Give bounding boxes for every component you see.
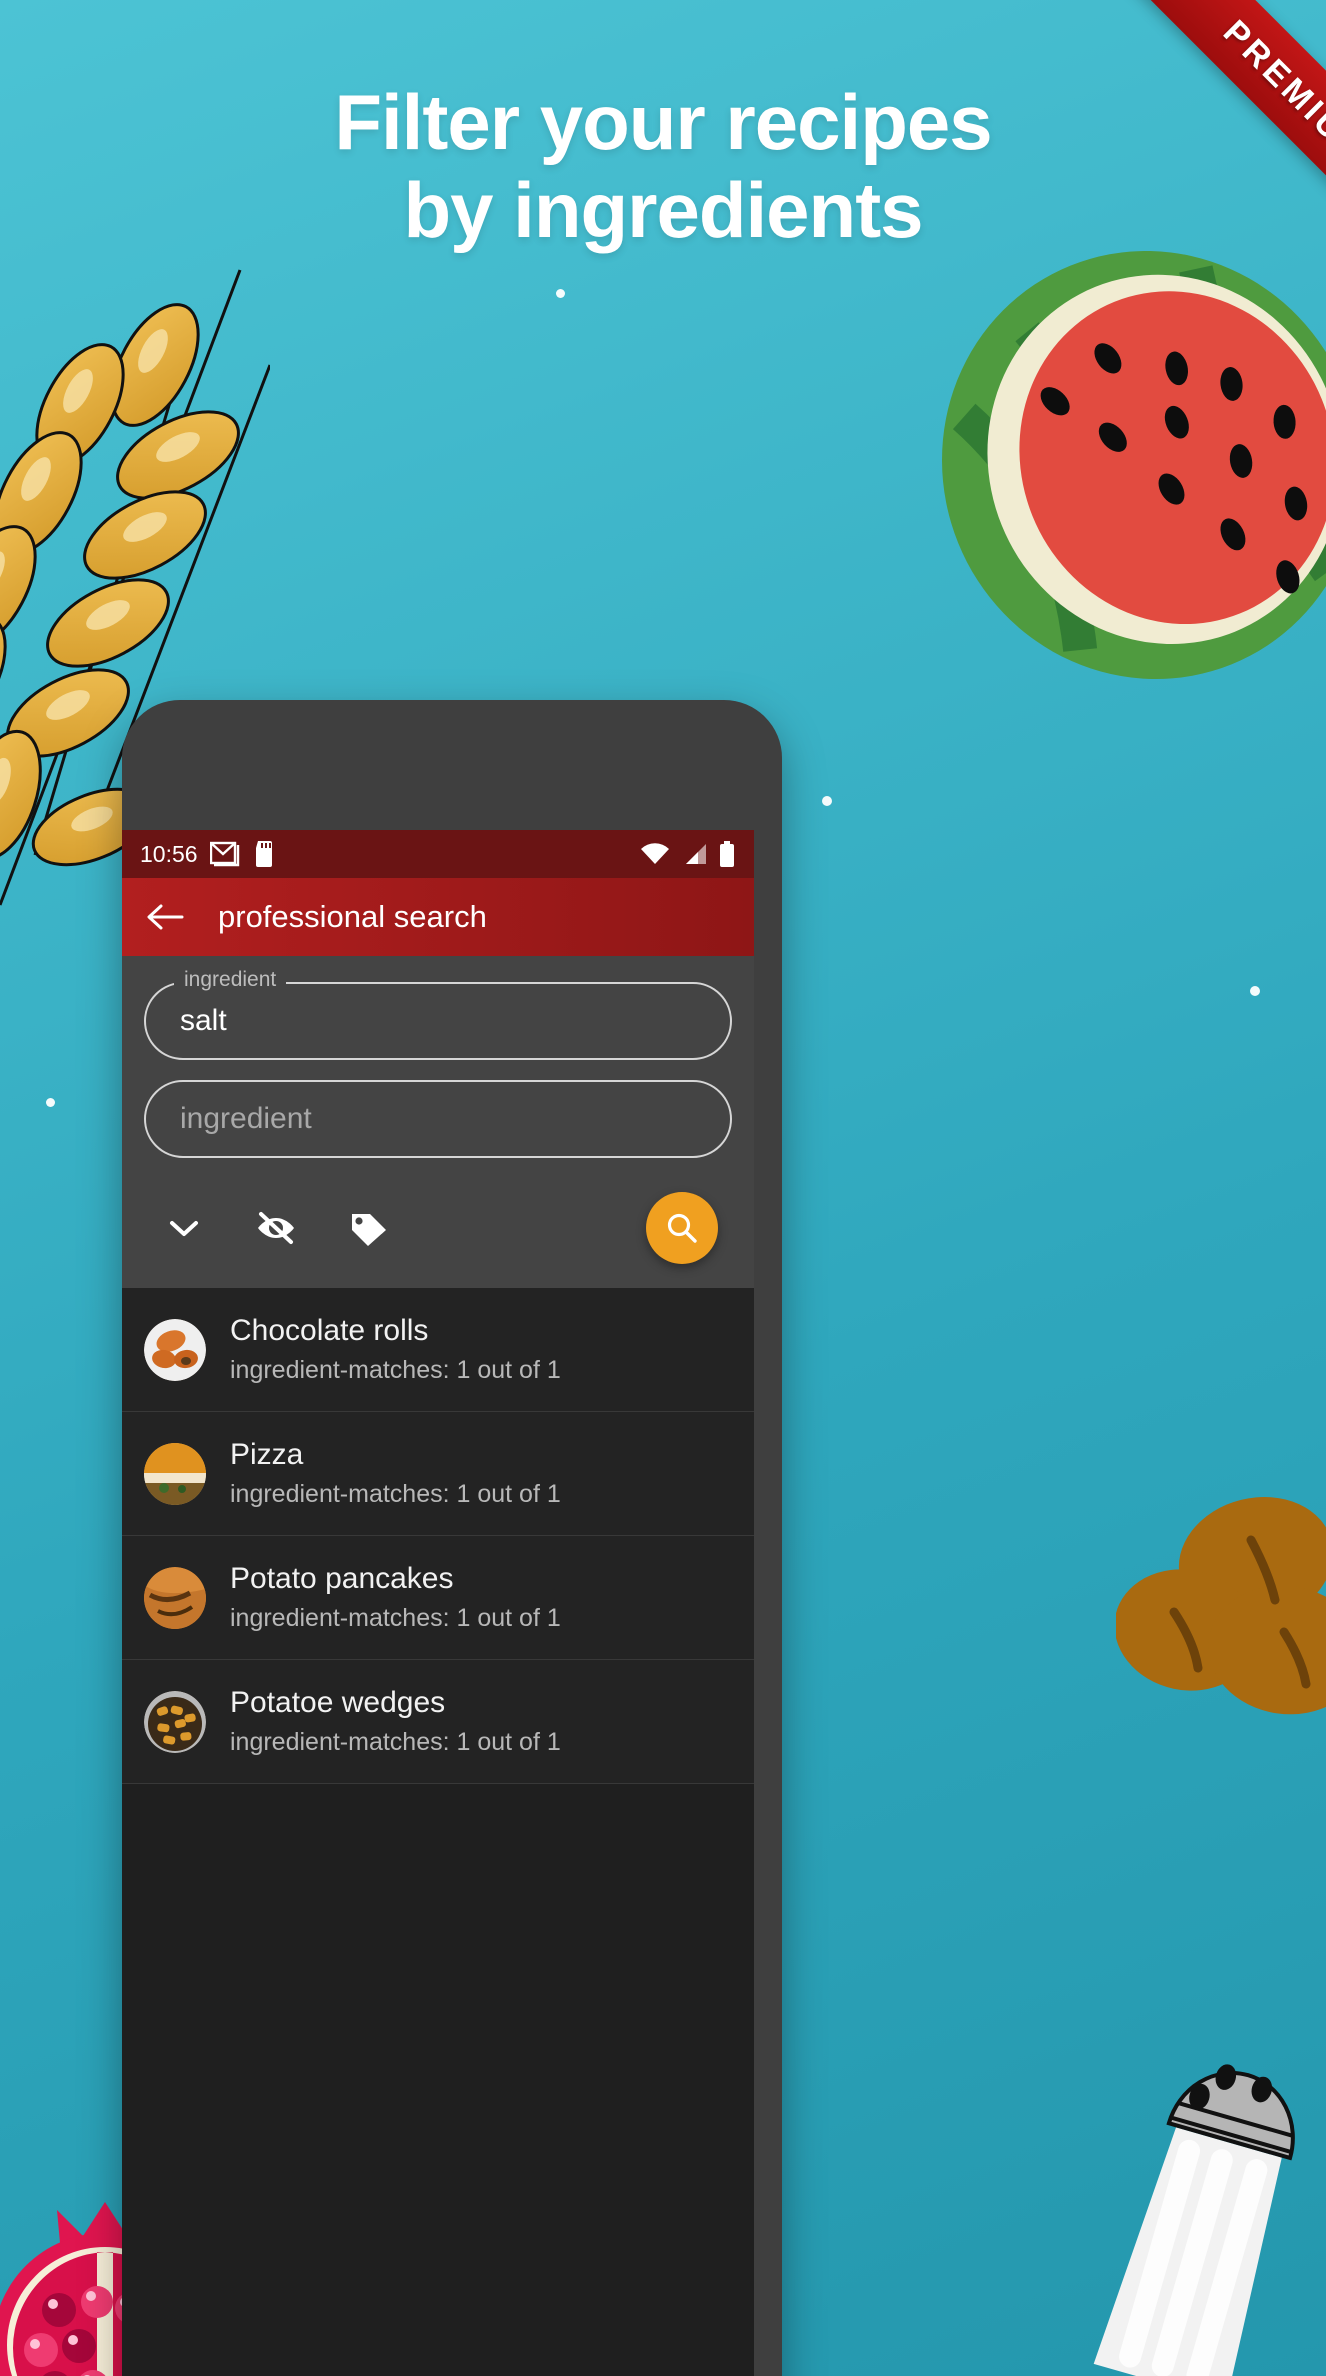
promo-headline: Filter your recipes by ingredients (0, 78, 1326, 254)
chocolate-rolls-thumb (144, 1318, 206, 1381)
table-row[interactable]: Chocolate rolls ingredient-matches: 1 ou… (122, 1288, 754, 1412)
result-title: Potato pancakes (230, 1562, 454, 1595)
ingredient-field-1-label: ingredient (174, 968, 287, 992)
search-icon (667, 1213, 697, 1243)
gmail-icon (209, 841, 239, 867)
result-subtitle: ingredient-matches: 1 out of 1 (230, 1480, 561, 1508)
sdcard-icon (255, 841, 272, 867)
potatoe-wedges-thumb (144, 1690, 206, 1753)
eye-off-icon[interactable] (254, 1210, 298, 1246)
ingredient-field-2-placeholder: ingredient (180, 1102, 312, 1135)
sparkle-dot (46, 1098, 55, 1107)
app-bar: professional search (122, 878, 754, 956)
results-list: Chocolate rolls ingredient-matches: 1 ou… (122, 1288, 754, 1784)
potato-illustration (1116, 1496, 1326, 1715)
ingredient-field-1[interactable]: ingredient salt (144, 968, 732, 1060)
ingredient-field-2[interactable]: ingredient (144, 1080, 732, 1158)
result-title: Pizza (230, 1438, 304, 1471)
result-subtitle: ingredient-matches: 1 out of 1 (230, 1728, 561, 1756)
expand-more-icon[interactable] (164, 1216, 204, 1240)
phone-mockup: 10:56 professional search ingredient sal… (122, 700, 1127, 2376)
sparkle-dot (1250, 986, 1260, 996)
phone-screen: 10:56 professional search ingredient sal… (122, 830, 754, 2376)
table-row[interactable]: Potato pancakes ingredient-matches: 1 ou… (122, 1536, 754, 1660)
result-subtitle: ingredient-matches: 1 out of 1 (230, 1604, 561, 1632)
promo-screenshot: PREMIUM Filter your recipes by ingredien… (0, 0, 1326, 2376)
ingredient-field-1-value: salt (180, 1004, 227, 1037)
sparkle-dot (556, 289, 565, 298)
result-subtitle: ingredient-matches: 1 out of 1 (230, 1356, 561, 1384)
headline-line-2: by ingredients (403, 166, 923, 255)
wifi-icon (641, 843, 669, 864)
search-form-card: ingredient salt ingredient (122, 956, 754, 1288)
app-bar-title: professional search (218, 899, 487, 934)
status-bar-right-icons (640, 840, 736, 868)
table-row[interactable]: Pizza ingredient-matches: 1 out of 1 (122, 1412, 754, 1536)
pizza-thumb (144, 1442, 206, 1505)
signal-icon (686, 844, 706, 864)
result-title: Potatoe wedges (230, 1686, 446, 1719)
headline-line-1: Filter your recipes (334, 78, 992, 166)
search-fab-button[interactable] (646, 1192, 718, 1264)
tag-icon[interactable] (348, 1208, 390, 1248)
table-row[interactable]: Potatoe wedges ingredient-matches: 1 out… (122, 1660, 754, 1784)
battery-icon (720, 841, 734, 867)
status-bar-time: 10:56 (140, 840, 198, 867)
sparkle-dot (822, 796, 832, 806)
status-bar: 10:56 (122, 830, 754, 878)
potato-pancakes-thumb (144, 1566, 206, 1629)
field-outline (144, 982, 732, 1060)
result-title: Chocolate rolls (230, 1314, 429, 1347)
search-actions-row (144, 1178, 732, 1270)
back-arrow-icon[interactable] (146, 902, 184, 932)
